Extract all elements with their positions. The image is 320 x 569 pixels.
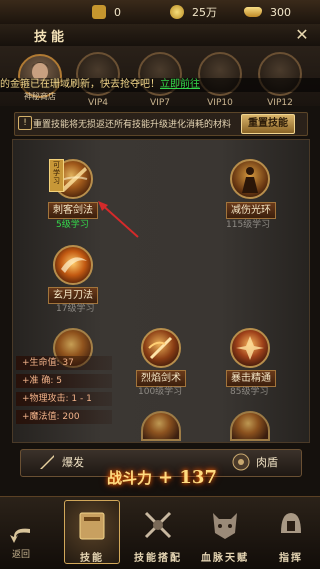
nav-tab-skills[interactable]: 技能 xyxy=(63,500,121,564)
fuel-can-icon xyxy=(92,5,106,19)
nav-tab-command[interactable]: 指挥 xyxy=(262,500,320,564)
stat-row: +准 确: 5 xyxy=(16,374,112,388)
helmet-icon xyxy=(281,513,301,533)
marquee-text: 的金箍已在珊域刷新，快去抢夺吧！ xyxy=(0,79,160,90)
crescent-blade-icon xyxy=(61,257,87,273)
aura-skill-icon[interactable] xyxy=(230,159,270,199)
shield-icon xyxy=(232,453,250,471)
coin-icon xyxy=(170,5,184,19)
skill-level-requirement: 85级学习 xyxy=(230,387,269,397)
gold-ingot-icon xyxy=(244,7,262,17)
nav-tab-skill-combo[interactable]: 技能搭配 xyxy=(129,500,187,564)
nav-tab-label: 技能 xyxy=(80,553,104,564)
figure-aura-icon xyxy=(242,167,258,193)
marquee-link[interactable]: 立即前往 xyxy=(160,79,200,90)
pointer-arrow-icon xyxy=(98,201,139,238)
flame-sword-icon xyxy=(148,336,173,360)
resource-ingot: 300 xyxy=(244,3,291,21)
combat-power-value: + 137 xyxy=(158,466,217,488)
crossed-swords-icon xyxy=(144,511,172,539)
skill-level-requirement: 5级学习 xyxy=(56,220,89,230)
stat-row: +生命值: 37 xyxy=(16,356,112,370)
avatar-label: 神秘商店 xyxy=(24,92,56,101)
blade-skill-icon[interactable] xyxy=(53,245,93,285)
burst-mode-label: 爆发 xyxy=(62,456,84,469)
combat-power-label: 战斗力 xyxy=(107,468,153,487)
nav-tab-label: 技能搭配 xyxy=(134,553,182,564)
sword-icon xyxy=(40,455,54,469)
back-arrow-icon xyxy=(10,528,30,543)
stat-row: +物理攻击: 1 - 1 xyxy=(16,392,112,406)
skill-level-requirement: 17级学习 xyxy=(56,304,95,314)
nav-tab-label: 血脉天赋 xyxy=(201,553,249,564)
resource-coin: 25万 xyxy=(170,3,217,21)
announcement-marquee: 的金箍已在珊域刷新，快去抢夺吧！立即前往 xyxy=(0,78,320,92)
nav-tab-label: 指挥 xyxy=(279,553,303,564)
skill-book-icon xyxy=(79,512,105,540)
stat-bonus-list: +生命值: 37 +准 确: 5 +物理攻击: 1 - 1 +魔法值: 200 xyxy=(16,356,112,428)
vip-tier-label: VIP12 xyxy=(267,98,293,108)
tank-mode-button[interactable]: 肉盾 xyxy=(232,452,278,472)
resource-ingot-value: 300 xyxy=(270,5,291,19)
vip-tier-label: VIP10 xyxy=(207,98,233,108)
skill-level-requirement: 100级学习 xyxy=(138,387,183,397)
burst-mode-button[interactable]: 爆发 xyxy=(38,452,84,472)
close-button[interactable]: ✕ xyxy=(292,26,312,44)
skill-level-requirement: 115级学习 xyxy=(226,220,271,230)
resource-fuel-value: 0 xyxy=(114,5,121,19)
info-text: 重置技能将无损返还所有技能升级进化消耗的材料 xyxy=(33,120,232,130)
back-label: 返回 xyxy=(11,550,30,560)
stat-row: +魔法值: 200 xyxy=(16,410,112,424)
flame-sword-skill-icon[interactable] xyxy=(141,328,181,368)
page-title: 技能 xyxy=(34,30,69,45)
demon-mask-icon xyxy=(213,513,237,539)
vip-tier-label: VIP7 xyxy=(150,98,170,108)
back-button[interactable]: 返回 xyxy=(4,510,38,560)
nav-tab-bloodline[interactable]: 血脉天赋 xyxy=(196,500,254,564)
reset-skills-button[interactable]: 重置技能 xyxy=(241,114,295,134)
learnable-badge: 可学习 xyxy=(49,159,64,192)
tank-mode-label: 肉盾 xyxy=(256,456,278,469)
combat-power: 战斗力 + 137 xyxy=(92,462,232,492)
resource-fuel: 0 xyxy=(92,3,121,21)
vip-tier-label: VIP4 xyxy=(88,98,108,108)
critical-skill-icon[interactable] xyxy=(230,328,270,368)
resource-coin-value: 25万 xyxy=(192,6,217,19)
info-icon: ! xyxy=(18,116,32,130)
critical-strike-icon xyxy=(236,336,264,360)
